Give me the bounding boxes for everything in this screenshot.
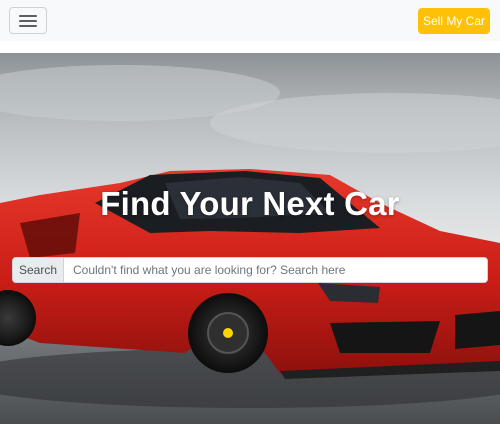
search-input[interactable] — [64, 258, 487, 282]
hero-title: Find Your Next Car — [100, 185, 400, 222]
navbar-spacer — [0, 41, 500, 53]
hero-section: Find Your Next Car Search — [0, 53, 500, 424]
hamburger-menu-icon-bar — [19, 20, 37, 22]
sell-my-car-button[interactable]: Sell My Car — [418, 8, 490, 34]
hamburger-menu-icon — [19, 15, 37, 17]
hamburger-menu-icon-bar — [19, 25, 37, 27]
menu-toggle-button[interactable] — [9, 7, 47, 34]
search-bar: Search — [12, 257, 488, 283]
red-sports-car-photo — [0, 65, 500, 424]
search-label: Search — [13, 258, 64, 282]
navbar: Sell My Car — [0, 0, 500, 41]
